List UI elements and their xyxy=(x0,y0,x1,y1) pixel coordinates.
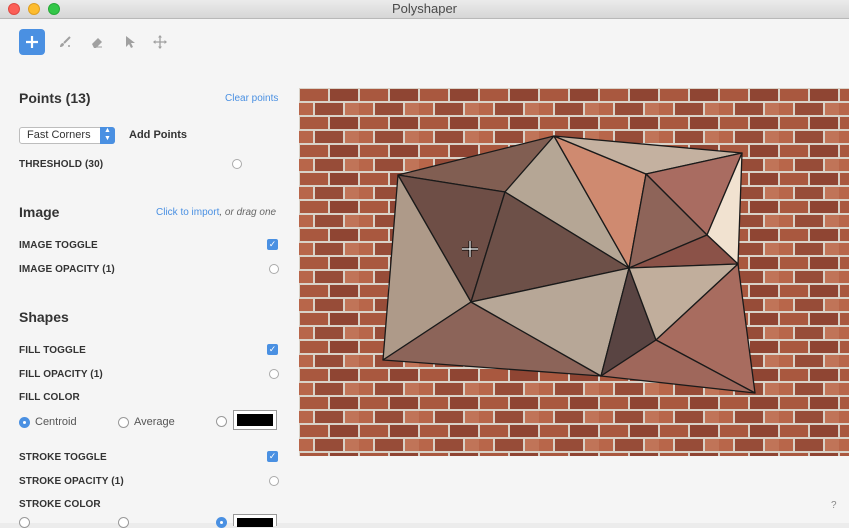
drag-hint: , or drag one xyxy=(219,207,277,218)
clear-points-link[interactable]: Clear points xyxy=(225,93,278,104)
toolbar xyxy=(0,19,849,69)
stroke-toggle-checkbox[interactable]: ✓ xyxy=(267,451,278,462)
fill-mode-average[interactable]: Average xyxy=(118,416,175,428)
fill-opacity-slider-knob[interactable] xyxy=(269,369,279,379)
move-tool[interactable] xyxy=(147,29,173,55)
eraser-tool[interactable] xyxy=(84,29,110,55)
move-icon xyxy=(153,35,167,49)
corner-method-value: Fast Corners xyxy=(27,129,91,141)
stroke-opacity-label: STROKE OPACITY (1) xyxy=(19,476,124,487)
image-section-title: Image xyxy=(19,204,60,220)
image-toggle-checkbox[interactable]: ✓ xyxy=(267,239,278,250)
brush-tool[interactable] xyxy=(52,29,78,55)
threshold-label: THRESHOLD (30) xyxy=(19,159,104,170)
plus-icon xyxy=(26,36,38,48)
points-section-title: Points (13) xyxy=(19,90,91,106)
drawing-canvas[interactable] xyxy=(299,88,849,456)
eraser-icon xyxy=(92,38,102,48)
pointer-icon xyxy=(126,36,135,48)
fill-mode-custom[interactable] xyxy=(216,416,232,427)
fill-mode-average-label: Average xyxy=(134,416,175,428)
shapes-section-title: Shapes xyxy=(19,309,69,325)
fill-mode-centroid[interactable]: Centroid xyxy=(19,416,77,428)
image-toggle-label: IMAGE TOGGLE xyxy=(19,240,98,251)
select-tool[interactable] xyxy=(116,29,142,55)
radio-selected-icon xyxy=(19,416,30,428)
radio-unselected-icon xyxy=(118,416,129,428)
fill-mode-centroid-label: Centroid xyxy=(35,416,77,428)
window-title: Polyshaper xyxy=(391,1,458,16)
threshold-slider-knob[interactable] xyxy=(232,159,242,169)
fill-toggle-label: FILL TOGGLE xyxy=(19,345,86,356)
title-bar: Polyshaper xyxy=(0,0,849,19)
fill-opacity-label: FILL OPACITY (1) xyxy=(19,369,103,380)
fill-toggle-checkbox[interactable]: ✓ xyxy=(267,344,278,355)
image-opacity-label: IMAGE OPACITY (1) xyxy=(19,264,115,275)
corner-method-select[interactable]: Fast Corners ▲ ▼ xyxy=(19,127,115,144)
import-link-line: Click to import, or drag one xyxy=(156,207,276,218)
add-points-button[interactable]: Add Points xyxy=(129,129,187,141)
add-point-tool[interactable] xyxy=(19,29,45,55)
import-image-link[interactable]: Click to import xyxy=(156,207,219,218)
stroke-color-swatch[interactable] xyxy=(233,514,277,527)
fill-color-preview xyxy=(237,414,273,426)
stroke-color-label: STROKE COLOR xyxy=(19,499,101,510)
canvas-artwork xyxy=(299,88,849,456)
radio-unselected-icon xyxy=(216,416,227,427)
settings-panel: Points (13) Clear points Fast Corners ▲ ▼… xyxy=(0,77,290,528)
fill-color-label: FILL COLOR xyxy=(19,392,80,403)
select-arrows-icon: ▲ ▼ xyxy=(100,127,115,144)
fill-color-swatch[interactable] xyxy=(233,410,277,430)
stroke-opacity-slider-knob[interactable] xyxy=(269,476,279,486)
stroke-toggle-label: STROKE TOGGLE xyxy=(19,452,107,463)
brush-icon xyxy=(60,36,71,47)
image-opacity-slider-knob[interactable] xyxy=(269,264,279,274)
app-main: Points (13) Clear points Fast Corners ▲ ▼… xyxy=(0,19,849,528)
help-button[interactable]: ? xyxy=(831,500,837,511)
